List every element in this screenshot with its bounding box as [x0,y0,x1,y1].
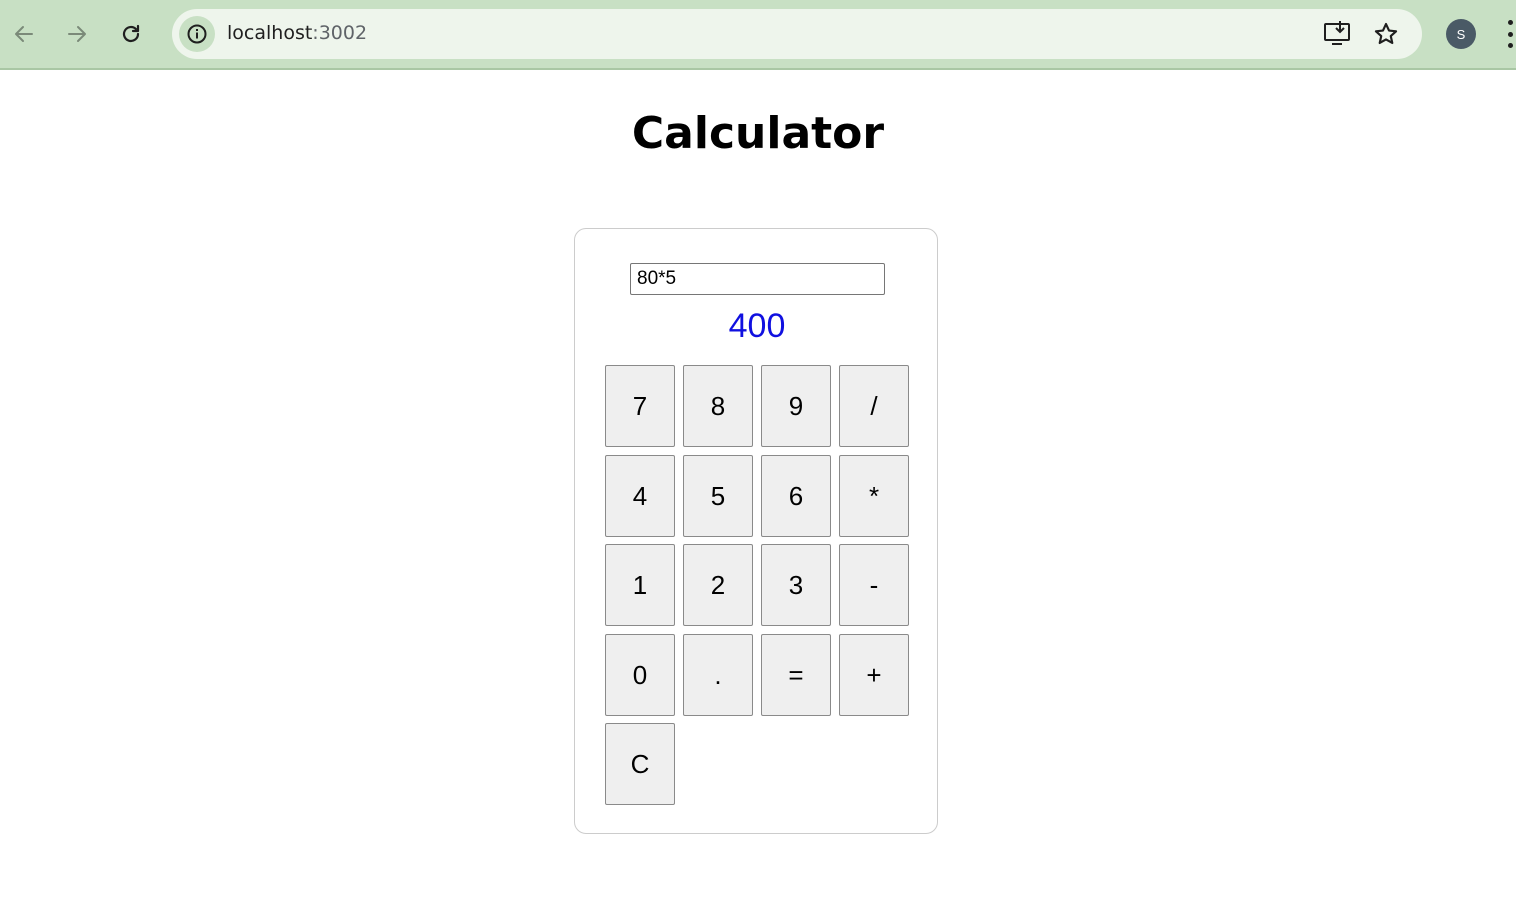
key-decimal-button[interactable]: . [683,634,753,716]
page-title: Calculator [631,108,885,159]
key-0-button[interactable]: 0 [605,634,675,716]
bookmark-button[interactable] [1371,19,1401,49]
key-9-button[interactable]: 9 [761,365,831,447]
key-6-button[interactable]: 6 [761,455,831,537]
expression-input[interactable] [630,263,885,295]
key-subtract-button[interactable]: - [839,544,909,626]
key-multiply-button[interactable]: * [839,455,909,537]
key-add-button[interactable]: + [839,634,909,716]
key-4-button[interactable]: 4 [605,455,675,537]
key-8-button[interactable]: 8 [683,365,753,447]
key-2-button[interactable]: 2 [683,544,753,626]
result-display: 400 [728,307,786,345]
arrow-right-icon [68,26,86,42]
profile-avatar[interactable]: S [1446,19,1476,49]
star-icon [1374,22,1398,45]
key-divide-button[interactable]: / [839,365,909,447]
key-3-button[interactable]: 3 [761,544,831,626]
reload-icon [122,24,140,43]
forward-button[interactable] [57,14,97,54]
browser-toolbar: localhost:3002 S [0,0,1516,70]
url-host: localhost [227,22,313,44]
arrow-left-icon [15,26,33,42]
key-clear-button[interactable]: C [605,723,675,805]
address-bar[interactable]: localhost:3002 [172,9,1422,59]
url-text[interactable]: localhost:3002 [227,22,367,44]
key-1-button[interactable]: 1 [605,544,675,626]
profile-initial: S [1456,26,1466,42]
kebab-menu-icon[interactable] [1504,20,1516,48]
key-5-button[interactable]: 5 [683,455,753,537]
reload-button[interactable] [111,14,151,54]
url-port: :3002 [312,22,368,44]
install-app-icon [1324,21,1350,45]
install-app-button[interactable] [1322,19,1352,49]
key-equals-button[interactable]: = [761,634,831,716]
key-7-button[interactable]: 7 [605,365,675,447]
calculator-card: 400 7 8 9 / 4 5 6 * 1 2 3 - 0 . = + C [574,228,938,834]
info-icon [187,24,207,44]
back-button[interactable] [4,14,44,54]
site-info-button[interactable] [179,16,215,52]
